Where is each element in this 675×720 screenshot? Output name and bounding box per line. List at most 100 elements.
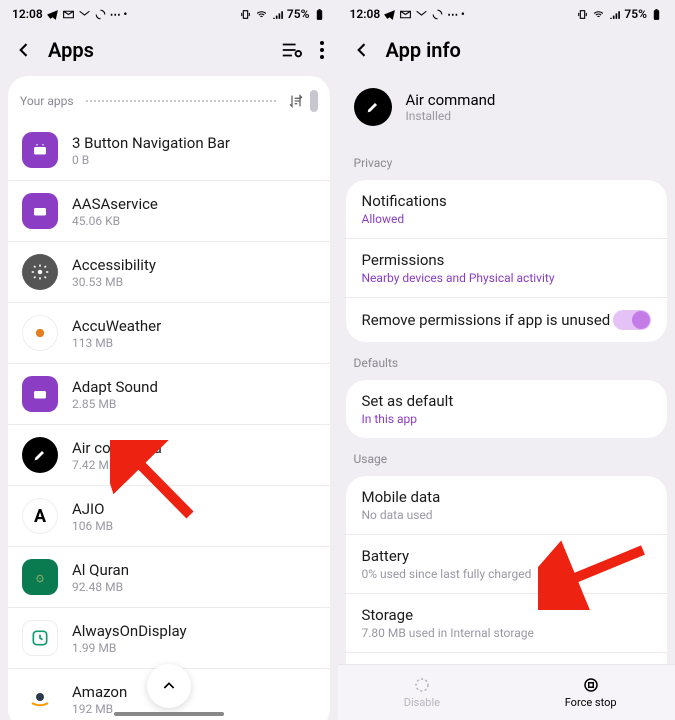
app-size: 113 MB [72,336,161,350]
telegram-icon [383,8,396,21]
app-name: AASAservice [72,195,158,213]
defaults-card: Set as default In this app [346,380,668,438]
page-title: App info [386,38,662,62]
clock-icon [22,620,58,656]
app-name: AlwaysOnDisplay [72,622,187,640]
accuweather-icon [22,315,58,351]
app-name: AccuWeather [72,317,161,335]
pen-icon [22,437,58,473]
battery-icon [650,8,663,21]
app-row[interactable]: AccuWeather113 MB [8,303,330,364]
force-stop-button[interactable]: Force stop [506,665,675,720]
app-name: Air command [406,91,496,109]
app-row[interactable]: Accessibility30.53 MB [8,242,330,303]
back-icon[interactable] [14,40,34,60]
gmail-icon [78,8,91,21]
app-icon [22,376,58,412]
app-row[interactable]: A AJIO106 MB [8,486,330,547]
app-info-header: App info [338,28,675,76]
pen-icon [354,88,392,126]
clock: 12:08 [12,7,43,21]
scroll-to-top-button[interactable] [147,664,191,708]
app-size: 0 B [72,153,230,167]
mobile-data-row[interactable]: Mobile data No data used [346,476,668,535]
notifications-row[interactable]: Notifications Allowed [346,180,668,239]
defaults-label: Defaults [338,342,675,380]
vibrate-icon [239,8,252,21]
privacy-label: Privacy [338,142,675,180]
app-name: Air command [72,439,162,457]
page-title: Apps [48,38,266,62]
app-size: 2.85 MB [72,397,158,411]
app-name: AJIO [72,500,113,518]
set-default-row[interactable]: Set as default In this app [346,380,668,438]
app-name: Al Quran [72,561,129,579]
sync-icon [94,8,107,21]
wifi-icon [592,8,605,21]
app-row[interactable]: Adapt Sound2.85 MB [8,364,330,425]
app-row[interactable]: ۞ Al Quran92.48 MB [8,547,330,608]
app-icon [22,132,58,168]
bottom-actions: Disable Force stop [338,664,675,720]
app-name: 3 Button Navigation Bar [72,134,230,152]
mail-icon [399,8,412,21]
signal-icon [271,8,284,21]
sync-icon [431,8,444,21]
permissions-row[interactable]: Permissions Nearby devices and Physical … [346,239,668,298]
search-filter-icon[interactable] [280,39,302,61]
app-icon [22,193,58,229]
clock: 12:08 [350,7,381,21]
apps-list-screen: 12:08 ⋯ • 75% Apps Your apps [0,0,338,720]
wifi-icon [255,8,268,21]
amazon-icon [22,681,58,717]
status-bar: 12:08 ⋯ • 75% [338,0,675,28]
battery-percent: 75% [624,7,647,21]
app-size: 7.42 MB [72,458,162,472]
app-size: 30.53 MB [72,275,156,289]
status-bar: 12:08 ⋯ • 75% [0,0,338,28]
app-size: 106 MB [72,519,113,533]
battery-percent: 75% [287,7,310,21]
more-icon[interactable] [320,41,324,59]
back-icon[interactable] [352,40,372,60]
mail-icon [62,8,75,21]
quran-icon: ۞ [22,559,58,595]
scroll-indicator[interactable] [310,90,318,112]
remove-perms-row[interactable]: Remove permissions if app is unused [346,298,668,342]
battery-row[interactable]: Battery 0% used since last fully charged [346,535,668,594]
your-apps-row: Your apps [8,76,330,120]
vibrate-icon [576,8,589,21]
app-row[interactable]: 3 Button Navigation Bar0 B [8,120,330,181]
usage-label: Usage [338,438,675,476]
app-row[interactable]: AASAservice45.06 KB [8,181,330,242]
dotted-divider [86,100,276,102]
app-size: 92.48 MB [72,580,129,594]
toggle-switch[interactable] [613,310,651,330]
app-name: Amazon [72,683,127,701]
apps-header: Apps [0,28,338,76]
app-status: Installed [406,109,496,123]
app-size: 45.06 KB [72,214,158,228]
gmail-icon [415,8,428,21]
sort-icon[interactable] [288,93,304,109]
app-header-row: Air command Installed [338,76,675,142]
app-name: Accessibility [72,256,156,274]
privacy-card: Notifications Allowed Permissions Nearby… [346,180,668,342]
battery-icon [313,8,326,21]
ajio-icon: A [22,498,58,534]
app-row[interactable]: Air command7.42 MB [8,425,330,486]
app-name: Adapt Sound [72,378,158,396]
apps-card: Your apps 3 Button Navigation Bar0 B AAS… [8,76,330,720]
telegram-icon [46,8,59,21]
app-row[interactable]: AlwaysOnDisplay1.99 MB [8,608,330,669]
app-size: 1.99 MB [72,641,187,655]
app-info-screen: 12:08 ⋯ • 75% App info Air command Insta… [338,0,675,720]
storage-row[interactable]: Storage 7.80 MB used in Internal storage [346,594,668,653]
signal-icon [608,8,621,21]
disable-button: Disable [338,665,507,720]
gear-icon [22,254,58,290]
your-apps-label: Your apps [20,94,74,108]
more-indicator: ⋯ • [110,8,128,21]
nav-pill[interactable] [114,712,224,716]
more-indicator: ⋯ • [447,8,465,21]
